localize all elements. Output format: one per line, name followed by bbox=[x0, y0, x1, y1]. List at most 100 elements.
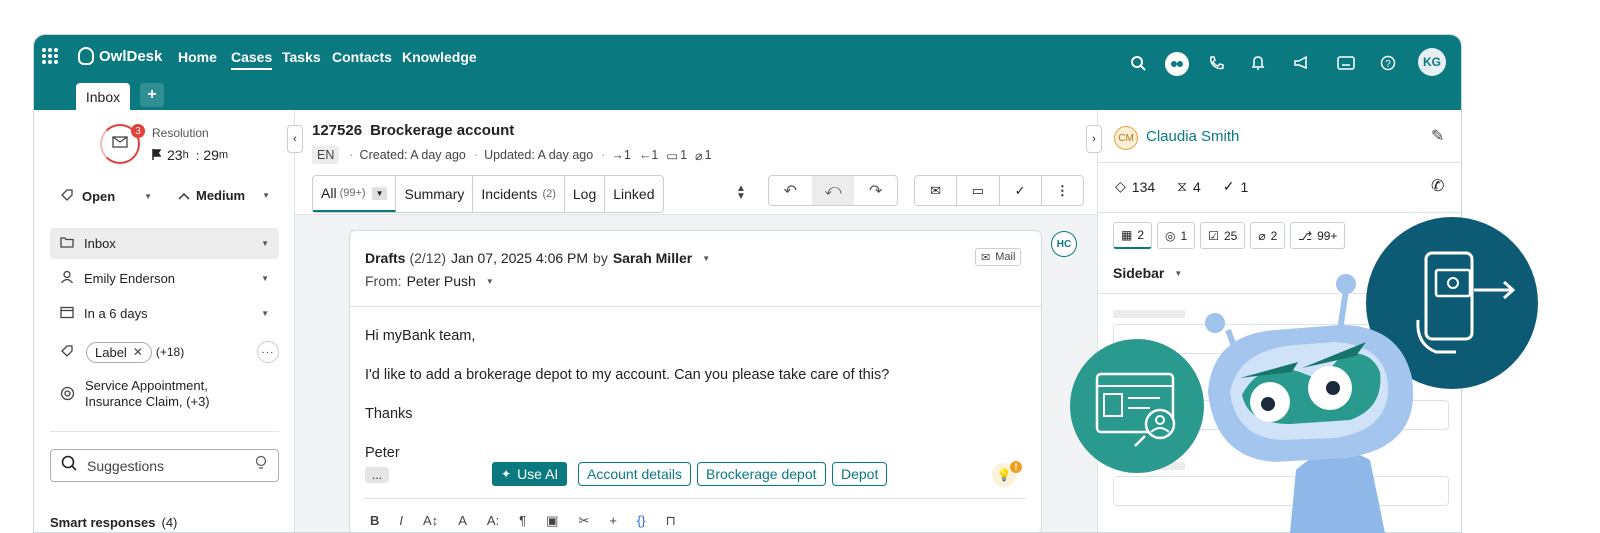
chevron-down-icon[interactable]: ▼ bbox=[371, 186, 388, 200]
sidebar-select[interactable]: Sidebar ▼ bbox=[1113, 265, 1182, 281]
editor-toolbar: B I A↕ A A: ¶ ▣ ✂ + {} ⊓ bbox=[370, 513, 676, 529]
sort-icon[interactable]: ▲ ▼ bbox=[736, 184, 746, 202]
created-time: Created: A day ago bbox=[359, 148, 466, 162]
message-body[interactable]: Hi myBank team, I'd like to add a broker… bbox=[365, 317, 889, 473]
services-line1: Service Appointment, bbox=[85, 378, 208, 393]
due-date-select[interactable]: In a 6 days ▼ bbox=[50, 298, 279, 329]
smart-responses-header[interactable]: Smart responses (4) bbox=[50, 515, 177, 530]
chevron-down-icon[interactable]: ▼ bbox=[486, 277, 494, 286]
tab-layout[interactable]: ▦ 2 bbox=[1113, 222, 1153, 249]
body-line-3: Thanks bbox=[365, 406, 413, 422]
use-ai-button[interactable]: ✦ Use AI bbox=[492, 462, 568, 486]
nav-contacts[interactable]: Contacts bbox=[332, 49, 392, 65]
tab-goals[interactable]: ◎ 1 bbox=[1157, 222, 1196, 249]
tab-tasks[interactable]: ☑ 25 bbox=[1200, 222, 1246, 249]
help-icon[interactable]: ? bbox=[1377, 52, 1399, 74]
priority-select[interactable]: Medium ▼ bbox=[178, 188, 270, 203]
use-ai-label: Use AI bbox=[517, 466, 559, 482]
clear-format-icon[interactable]: ✂ bbox=[578, 513, 589, 529]
assignee-select[interactable]: Emily Enderson ▼ bbox=[50, 263, 279, 294]
placeholder-field-2[interactable] bbox=[1113, 400, 1449, 430]
from-name[interactable]: Peter Push bbox=[407, 273, 476, 289]
phone-icon[interactable] bbox=[1205, 52, 1227, 74]
checkmark-icon: ✓ bbox=[1222, 178, 1235, 194]
label-chip[interactable]: Label ✕ bbox=[86, 341, 152, 363]
phone-icon[interactable]: ✆ bbox=[1431, 176, 1444, 196]
chip-depot[interactable]: Depot bbox=[832, 462, 888, 486]
status-select[interactable]: Open ▼ bbox=[60, 188, 152, 205]
tab-all-label: All bbox=[321, 185, 337, 201]
chip-account-details[interactable]: Account details bbox=[578, 462, 691, 486]
tab-attachments[interactable]: ⌀ 2 bbox=[1250, 222, 1286, 249]
contact-name[interactable]: Claudia Smith bbox=[1146, 128, 1239, 145]
tab-incidents[interactable]: Incidents (2) bbox=[473, 176, 565, 212]
placeholder-field-3[interactable] bbox=[1113, 476, 1449, 506]
nav-knowledge[interactable]: Knowledge bbox=[402, 49, 477, 65]
check-circle-icon[interactable]: ✓ bbox=[1000, 176, 1042, 205]
chevron-down-icon[interactable]: ▼ bbox=[702, 254, 710, 263]
more-options-icon[interactable]: ··· bbox=[257, 341, 279, 363]
label-icon bbox=[60, 344, 74, 361]
insert-icon[interactable]: + bbox=[609, 513, 617, 529]
nav-tasks[interactable]: Tasks bbox=[282, 49, 321, 65]
user-avatar[interactable]: KG bbox=[1418, 48, 1446, 76]
queue-select[interactable]: Inbox ▼ bbox=[50, 228, 279, 259]
nav-home[interactable]: Home bbox=[178, 49, 217, 65]
bold-icon[interactable]: B bbox=[370, 513, 379, 529]
case-properties-pane: 3 Resolution 23 h : 29 m Open ▼ Medium ▼ I… bbox=[34, 110, 295, 532]
drafts-label: Drafts bbox=[365, 250, 406, 266]
bookmark-icon[interactable]: ⊓ bbox=[666, 513, 676, 529]
search-icon[interactable] bbox=[1127, 52, 1149, 74]
comment-icon[interactable]: ▭ bbox=[957, 176, 1000, 205]
more-button[interactable]: ... bbox=[365, 467, 389, 483]
image-icon[interactable]: ▣ bbox=[546, 513, 558, 529]
nav-cases[interactable]: Cases bbox=[231, 49, 273, 70]
collapse-left-button[interactable]: ‹ bbox=[287, 125, 303, 153]
collapse-right-button[interactable]: › bbox=[1086, 125, 1102, 153]
assistant-icon[interactable] bbox=[1165, 52, 1189, 76]
remove-label-icon[interactable]: ✕ bbox=[133, 345, 143, 359]
tab-inbox[interactable]: Inbox bbox=[76, 83, 130, 110]
italic-icon[interactable]: I bbox=[399, 513, 403, 529]
checkbox-icon: ☑ bbox=[1208, 228, 1219, 243]
services-field[interactable]: Service Appointment, Insurance Claim, (+… bbox=[60, 378, 210, 410]
variable-icon[interactable]: {} bbox=[637, 513, 646, 529]
outgoing-icon: → bbox=[611, 148, 624, 162]
contact-stats: ◇ 134 ⧖ 4 ✓ 1 bbox=[1115, 178, 1248, 195]
new-mail-icon[interactable]: ✉ bbox=[915, 176, 958, 205]
forward-icon[interactable]: ↷ bbox=[854, 176, 897, 205]
chip-brokerage-depot[interactable]: Brockerage depot bbox=[697, 462, 826, 486]
divider bbox=[50, 431, 279, 432]
search-icon bbox=[61, 455, 77, 476]
app-logo[interactable]: OwlDesk bbox=[99, 48, 162, 65]
tab-all[interactable]: All (99+) ▼ bbox=[313, 176, 397, 212]
tab-goals-count: 1 bbox=[1180, 228, 1188, 243]
bell-icon[interactable] bbox=[1247, 52, 1269, 74]
paragraph-icon[interactable]: ¶ bbox=[519, 513, 526, 529]
reply-icon[interactable]: ↶ bbox=[769, 176, 812, 205]
edit-pencil-icon[interactable]: ✎ bbox=[1431, 126, 1444, 146]
add-tab-button[interactable]: + bbox=[140, 83, 164, 107]
tab-log[interactable]: Log bbox=[565, 176, 606, 212]
warning-badge: ! bbox=[1010, 461, 1022, 473]
tab-linked[interactable]: Linked bbox=[605, 176, 662, 212]
draft-author[interactable]: Sarah Miller bbox=[613, 250, 692, 266]
suggestions-search[interactable]: Suggestions bbox=[50, 449, 279, 482]
placeholder-field-1[interactable] bbox=[1113, 324, 1449, 354]
font-size-icon[interactable]: A↕ bbox=[423, 513, 438, 529]
ticket-count: 134 bbox=[1131, 178, 1156, 195]
drafts-count: (2/12) bbox=[409, 250, 447, 266]
text-style-icon[interactable]: A: bbox=[487, 513, 499, 529]
tab-summary[interactable]: Summary bbox=[396, 176, 474, 212]
person-icon bbox=[60, 270, 74, 287]
tab-relations[interactable]: ⎇ 99+ bbox=[1290, 222, 1346, 249]
more-vertical-icon[interactable]: ⋮ bbox=[1042, 176, 1083, 205]
font-color-icon[interactable]: A bbox=[458, 513, 467, 529]
services-line2: Insurance Claim, (+3) bbox=[85, 394, 210, 409]
label-more[interactable]: (+18) bbox=[156, 345, 184, 359]
apps-grid-icon[interactable] bbox=[42, 48, 58, 64]
megaphone-icon[interactable] bbox=[1290, 52, 1312, 74]
keyboard-icon[interactable] bbox=[1335, 52, 1357, 74]
reply-all-icon[interactable]: ⤺ bbox=[811, 176, 855, 205]
chevron-down-icon: ▼ bbox=[1174, 268, 1183, 278]
